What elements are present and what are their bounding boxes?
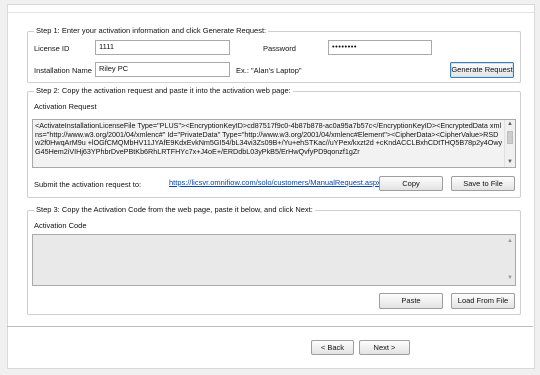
generate-request-button[interactable]: Generate Request bbox=[450, 62, 514, 78]
scroll-up-icon[interactable]: ▲ bbox=[505, 120, 515, 129]
installation-name-label: Installation Name bbox=[34, 66, 92, 75]
step2-legend: Step 2: Copy the activation request and … bbox=[34, 86, 293, 95]
next-button[interactable]: Next > bbox=[359, 340, 410, 355]
scroll-up-icon[interactable]: ▲ bbox=[505, 237, 515, 246]
activation-code-textarea[interactable]: ▲ ▼ bbox=[32, 234, 516, 286]
panel-divider bbox=[8, 12, 534, 13]
password-label: Password bbox=[263, 44, 296, 53]
request-scrollbar[interactable]: ▲ ▼ bbox=[504, 120, 515, 167]
activation-code-text bbox=[35, 237, 503, 283]
activation-request-label: Activation Request bbox=[34, 102, 97, 111]
step3-legend: Step 3: Copy the Activation Code from th… bbox=[34, 205, 315, 214]
save-to-file-button[interactable]: Save to File bbox=[451, 176, 515, 191]
load-from-file-button[interactable]: Load From File bbox=[451, 293, 515, 309]
password-field[interactable]: •••••••• bbox=[328, 40, 432, 55]
code-scrollbar[interactable]: ▲ ▼ bbox=[505, 235, 515, 285]
copy-button[interactable]: Copy bbox=[379, 176, 443, 191]
installation-name-field[interactable]: Riley PC bbox=[95, 62, 230, 77]
activation-dialog: { "step1": { "legend": "Step 1: Enter yo… bbox=[0, 0, 540, 375]
step2-group: Step 2: Copy the activation request and … bbox=[27, 86, 521, 198]
activation-request-textarea[interactable]: <ActivateInstallationLicenseFile Type="P… bbox=[32, 119, 516, 168]
scroll-down-icon[interactable]: ▼ bbox=[505, 158, 515, 167]
activation-code-label: Activation Code bbox=[34, 221, 87, 230]
back-button[interactable]: < Back bbox=[311, 340, 354, 355]
paste-button[interactable]: Paste bbox=[379, 293, 443, 309]
submit-request-label: Submit the activation request to: bbox=[34, 180, 142, 189]
license-id-label: License ID bbox=[34, 44, 70, 53]
activation-url-link[interactable]: https://licsvr.omnifiow.com/solo/custome… bbox=[169, 178, 381, 187]
footer-divider bbox=[7, 326, 533, 327]
scroll-down-icon[interactable]: ▼ bbox=[505, 274, 515, 283]
step1-legend: Step 1: Enter your activation informatio… bbox=[34, 26, 269, 35]
step1-group: Step 1: Enter your activation informatio… bbox=[27, 26, 521, 83]
scroll-thumb[interactable] bbox=[507, 131, 513, 144]
license-id-field[interactable]: 1111 bbox=[95, 40, 230, 55]
step3-group: Step 3: Copy the Activation Code from th… bbox=[27, 205, 521, 315]
activation-request-text: <ActivateInstallationLicenseFile Type="P… bbox=[35, 122, 503, 156]
installation-example-text: Ex.: "Alan's Laptop" bbox=[236, 66, 302, 75]
